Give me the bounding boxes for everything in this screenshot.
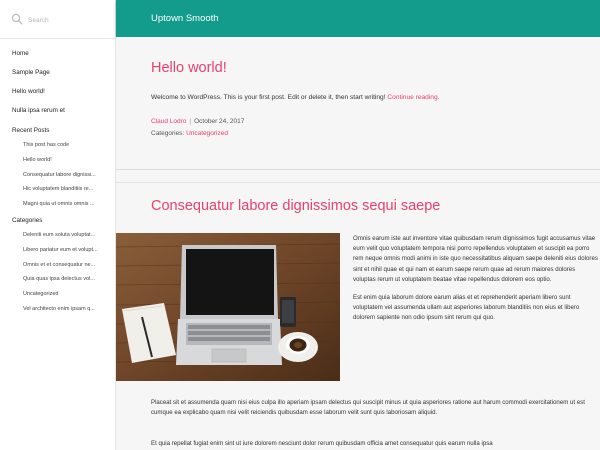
category-link[interactable]: Vel architecto enim ipsam q... bbox=[12, 304, 115, 319]
post-author-link[interactable]: Claud Lodro bbox=[151, 118, 186, 125]
recent-post-link[interactable]: This post has code bbox=[12, 140, 115, 155]
post-featured-image bbox=[116, 233, 340, 381]
sidebar: Home Sample Page Hello world! Nulla ipsa… bbox=[0, 0, 116, 450]
post-meta: Claud Lodro | October 24, 2017 bbox=[151, 118, 244, 125]
recent-post-link[interactable]: Consequatur labore dignissi... bbox=[12, 170, 115, 185]
sidebar-item-hello-world[interactable]: Hello world! bbox=[12, 86, 112, 105]
search-input[interactable] bbox=[26, 10, 114, 30]
category-link[interactable]: Libero pariatur eum et volupt... bbox=[12, 245, 115, 260]
category-link[interactable]: Omnis et et consequatur ne... bbox=[12, 260, 115, 275]
recent-post-link[interactable]: Hello world! bbox=[12, 155, 115, 170]
post-paragraph-wide: Placeat sit et assumenda quam nisi eius … bbox=[151, 398, 599, 418]
category-link[interactable]: Uncategorized bbox=[12, 289, 115, 304]
post-content: Omnis earum iste aut inventore vitae qui… bbox=[353, 234, 598, 332]
post-excerpt-text: Welcome to WordPress. This is your first… bbox=[151, 94, 386, 101]
recent-post-link[interactable]: Magni quia ut omnis omnis ... bbox=[12, 199, 115, 214]
sidebar-item-sample-page[interactable]: Sample Page bbox=[12, 67, 112, 86]
post-date: October 24, 2017 bbox=[194, 118, 245, 125]
search-icon bbox=[11, 13, 23, 25]
divider bbox=[116, 182, 600, 183]
post-title[interactable]: Hello world! bbox=[151, 60, 227, 76]
post-categories: Categories: Uncategorized bbox=[151, 130, 228, 137]
laptop-desk-photo bbox=[116, 233, 340, 381]
site-header: Uptown Smooth bbox=[116, 0, 600, 37]
category-link[interactable]: Deleniti eum soluta voluptat... bbox=[12, 230, 115, 245]
meta-separator: | bbox=[189, 118, 192, 125]
post-paragraph: Est enim quia laborum dolore earum alias… bbox=[353, 294, 580, 322]
sidebar-item-home[interactable]: Home bbox=[12, 48, 112, 67]
recent-post-link[interactable]: Hic voluptatem blanditiis re... bbox=[12, 184, 115, 199]
recent-posts-heading: Recent Posts bbox=[12, 127, 50, 134]
sidebar-nav: Home Sample Page Hello world! Nulla ipsa… bbox=[12, 48, 112, 319]
post-consequatur: Consequatur labore dignissimos sequi sae… bbox=[116, 170, 600, 450]
post-paragraph: Placeat sit et assumenda quam nisi eius … bbox=[151, 399, 585, 417]
post-paragraph-wide: Et quia repellat fugiat enim sint ut iur… bbox=[151, 439, 599, 449]
post-category-link[interactable]: Uncategorized bbox=[186, 130, 228, 137]
post-excerpt: Welcome to WordPress. This is your first… bbox=[151, 94, 439, 101]
post-title[interactable]: Consequatur labore dignissimos sequi sae… bbox=[151, 198, 440, 214]
post-paragraph: Et quia repellat fugiat enim sint ut iur… bbox=[151, 440, 493, 447]
site-title[interactable]: Uptown Smooth bbox=[151, 13, 219, 24]
categories-heading: Categories bbox=[12, 216, 43, 224]
continue-reading-link[interactable]: Continue reading. bbox=[387, 94, 439, 101]
sidebar-item-nulla-ipsa[interactable]: Nulla ipsa rerum et bbox=[12, 105, 112, 124]
search-box bbox=[0, 0, 115, 39]
post-hello-world: Hello world! Welcome to WordPress. This … bbox=[116, 37, 600, 170]
post-paragraph: Omnis earum iste aut inventore vitae qui… bbox=[353, 235, 598, 283]
main-content: Hello world! Welcome to WordPress. This … bbox=[116, 37, 600, 450]
category-link[interactable]: Quia quas ipsa delectus vol... bbox=[12, 274, 115, 289]
categories-label: Categories: bbox=[151, 130, 185, 137]
